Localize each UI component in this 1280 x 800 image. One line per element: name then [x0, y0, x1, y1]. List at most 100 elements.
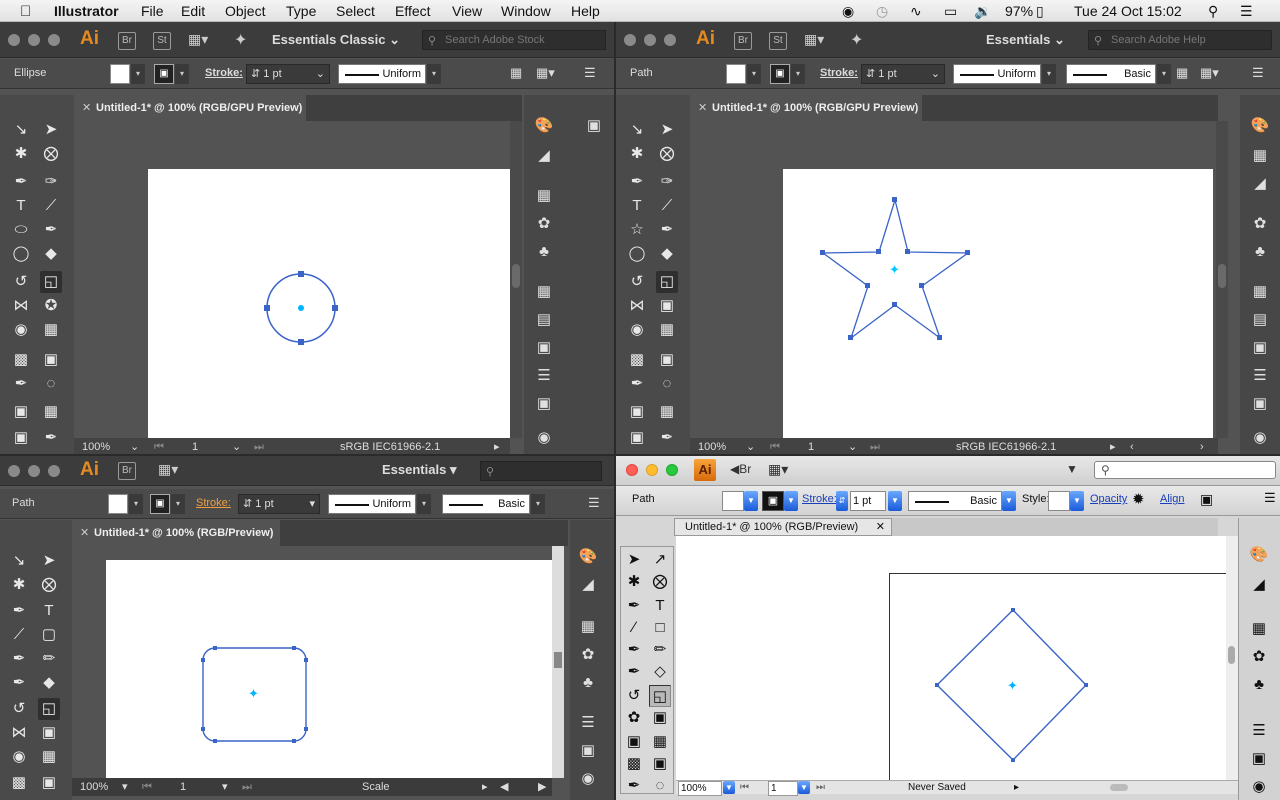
fill-dropdown[interactable]: ▼	[744, 491, 758, 511]
warp-tool-icon[interactable]: ✿	[623, 707, 645, 729]
scale-tool-icon[interactable]: ◱	[649, 685, 671, 707]
width-tool-icon[interactable]: ⋈	[10, 295, 32, 317]
document-tab[interactable]: ✕ Untitled-1* @ 100% (RGB/GPU Preview)	[74, 95, 306, 121]
scroll-right-icon[interactable]: ›	[1200, 438, 1204, 454]
blend-tool-icon[interactable]: ◌	[649, 775, 671, 797]
star-shape[interactable]: ✦	[690, 121, 1216, 438]
menu-help[interactable]: Help	[571, 3, 600, 19]
symbols-panel-icon[interactable]: ♣	[1248, 241, 1272, 263]
scrollbar-thumb[interactable]	[512, 264, 520, 288]
shape-builder-tool-icon[interactable]: ◉	[10, 319, 32, 341]
ellipse-shape[interactable]	[74, 121, 510, 438]
stroke-label[interactable]: Stroke:	[802, 493, 837, 505]
pen-tool-icon[interactable]: ✒	[626, 171, 648, 193]
search-help-input[interactable]: ⚲	[480, 461, 602, 481]
scale-tool-icon[interactable]: ◱	[38, 698, 60, 720]
appearance-panel-icon[interactable]: ◉	[1248, 427, 1272, 449]
stroke-panel-icon[interactable]: ☰	[532, 365, 556, 387]
first-artboard-icon[interactable]: ⏮	[154, 438, 164, 454]
eraser-tool-icon[interactable]: ◆	[38, 672, 60, 694]
scrollbar-thumb[interactable]	[1228, 646, 1235, 664]
vertical-scrollbar[interactable]	[552, 546, 564, 778]
zoom-window-button[interactable]	[48, 34, 60, 46]
next-artboard-icon[interactable]: ⏭	[870, 438, 880, 454]
canvas[interactable]: ✦	[676, 536, 1226, 780]
variable-width-profile[interactable]: Uniform	[328, 494, 416, 514]
status-arrow-icon[interactable]: ▸	[494, 438, 500, 454]
column-graph-tool-icon[interactable]: ▦	[40, 401, 62, 423]
apple-icon[interactable]: 	[20, 3, 31, 20]
vertical-scrollbar[interactable]	[1226, 536, 1238, 780]
menu-type[interactable]: Type	[286, 3, 316, 19]
fill-swatch[interactable]	[722, 491, 744, 511]
shape-builder-tool-icon[interactable]: ◉	[626, 319, 648, 341]
menu-file[interactable]: File	[141, 3, 164, 19]
canvas[interactable]: ✦	[690, 121, 1216, 438]
magic-wand-tool-icon[interactable]: ✱	[623, 571, 645, 593]
pencil-tool-icon[interactable]: ✏	[649, 639, 671, 661]
menu-select[interactable]: Select	[336, 3, 375, 19]
width-tool-icon[interactable]: ⋈	[626, 295, 648, 317]
battery-percent[interactable]: 97%	[1005, 3, 1033, 19]
document-tab[interactable]: Untitled-1* @ 100% (RGB/Preview) ✕	[674, 518, 892, 536]
selection-tool-icon[interactable]: ↘	[626, 119, 648, 141]
variable-width-profile[interactable]: Uniform	[338, 64, 426, 84]
swatches-panel-icon[interactable]: ▦	[576, 616, 600, 638]
zoom-dropdown-icon[interactable]: ⌄	[130, 438, 139, 454]
transparency-panel-icon[interactable]: ◉	[1247, 776, 1271, 798]
brushes-panel-icon[interactable]: ✿	[576, 644, 600, 666]
app-menu[interactable]: Illustrator	[54, 3, 119, 19]
arrange-documents-icon[interactable]: ▦▾	[768, 461, 788, 478]
zoom-dropdown[interactable]: ▼	[723, 781, 735, 794]
menu-effect[interactable]: Effect	[395, 3, 431, 19]
column-graph-tool-icon[interactable]: ▦	[649, 731, 671, 753]
type-tool-icon[interactable]: T	[10, 195, 32, 217]
artboard-dropdown-icon[interactable]: ⌄	[232, 438, 241, 454]
symbols-panel-icon[interactable]: ♣	[532, 241, 556, 263]
artboard-number[interactable]: 1	[180, 778, 186, 796]
blend-tool-icon[interactable]: ◌	[656, 373, 678, 395]
ellipse-tool-icon[interactable]: ⬭	[10, 219, 32, 241]
brushes-panel-icon[interactable]: ✿	[1247, 646, 1271, 668]
graphic-style-dropdown[interactable]: ▼	[1070, 491, 1084, 511]
rounded-rectangle-shape[interactable]: ✦	[72, 546, 552, 778]
workspace-switcher[interactable]: Essentials Classic ⌄	[272, 32, 400, 48]
puppet-warp-tool-icon[interactable]: ✪	[40, 295, 62, 317]
align-icon[interactable]: ▦	[1176, 65, 1188, 81]
menu-window[interactable]: Window	[501, 3, 551, 19]
menu-view[interactable]: View	[452, 3, 482, 19]
arrange-documents-icon[interactable]: ▦▾	[158, 461, 178, 478]
zoom-level[interactable]: 100%	[80, 778, 108, 796]
swatches-panel-icon[interactable]: ▦	[1248, 145, 1272, 167]
scroll-left-icon[interactable]: ◀	[500, 778, 508, 796]
color-guide-icon[interactable]: ◢	[1248, 173, 1272, 195]
rotate-tool-icon[interactable]: ↺	[626, 271, 648, 293]
symbols-panel-icon[interactable]: ♣	[1247, 674, 1271, 696]
close-window-button[interactable]	[8, 34, 20, 46]
wifi-icon[interactable]: ∿	[910, 3, 922, 20]
stroke-weight-dropdown[interactable]: ▼	[888, 491, 902, 511]
stroke-swatch[interactable]: ▣	[762, 491, 784, 511]
vertical-scrollbar[interactable]	[1216, 121, 1228, 438]
color-panel-icon[interactable]: 🎨	[1248, 115, 1272, 137]
color-panel-icon[interactable]: 🎨	[576, 546, 600, 568]
profile-dropdown[interactable]: ▾	[417, 494, 431, 514]
scale-tool-icon[interactable]: ◱	[656, 271, 678, 293]
close-window-button[interactable]	[8, 465, 20, 477]
eyedropper-tool-icon[interactable]: ✒	[10, 373, 32, 395]
close-window-button[interactable]	[624, 34, 636, 46]
width-tool-icon[interactable]: ⋈	[8, 722, 30, 744]
stroke-panel-icon[interactable]: ☰	[576, 712, 600, 734]
free-transform-tool-icon[interactable]: ▣	[656, 295, 678, 317]
zoom-window-button[interactable]	[664, 34, 676, 46]
gradient-tool-icon[interactable]: ▣	[656, 349, 678, 371]
close-tab-icon[interactable]: ✕	[876, 519, 885, 535]
bridge-button[interactable]: Br	[118, 462, 136, 480]
brush-dropdown[interactable]: ▾	[1157, 64, 1171, 84]
vertical-scrollbar[interactable]	[510, 121, 522, 438]
zoom-level[interactable]: 100%	[698, 438, 726, 454]
scrollbar-thumb[interactable]	[554, 652, 562, 668]
close-window-button[interactable]	[626, 464, 638, 476]
scale-tool-icon[interactable]: ◱	[40, 271, 62, 293]
gradient-panel-icon[interactable]: ▣	[1248, 393, 1272, 415]
